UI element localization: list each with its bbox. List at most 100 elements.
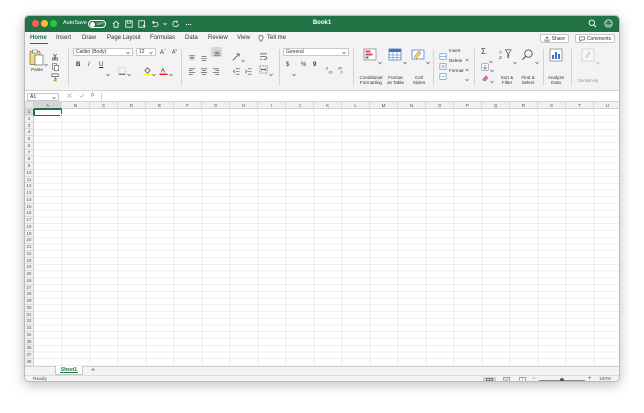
increase-decimal-icon[interactable]: .0.00: [325, 61, 334, 79]
normal-view-icon[interactable]: [483, 376, 496, 381]
row-header-27[interactable]: 27: [25, 284, 34, 292]
row-header-12[interactable]: 12: [25, 183, 34, 190]
zoom-in-icon[interactable]: +: [588, 376, 592, 381]
row-header-13[interactable]: 13: [25, 190, 34, 197]
row-header-9[interactable]: 9: [25, 163, 34, 170]
row-header-26[interactable]: 26: [25, 277, 34, 285]
fill-handle[interactable]: [60, 114, 63, 118]
row-header-6[interactable]: 6: [25, 142, 34, 150]
chevron-down-icon[interactable]: [378, 52, 382, 70]
decrease-font-size-icon[interactable]: Av: [172, 48, 177, 56]
row-header-3[interactable]: 3: [25, 122, 34, 130]
tab-review[interactable]: Review: [208, 35, 228, 41]
tab-formulas[interactable]: Formulas: [150, 35, 175, 41]
column-header-u[interactable]: U: [594, 102, 619, 109]
row-header-23[interactable]: 23: [25, 257, 34, 265]
fill-color-icon[interactable]: [143, 62, 152, 80]
chevron-down-icon[interactable]: [403, 52, 407, 70]
conditional-formatting-icon[interactable]: [363, 48, 377, 66]
font-name-select[interactable]: Calibri (Body): [73, 48, 133, 56]
chevron-down-icon[interactable]: [292, 64, 296, 82]
select-all-corner[interactable]: [25, 102, 34, 109]
row-header-33[interactable]: 33: [25, 325, 34, 332]
clear-icon[interactable]: [481, 69, 489, 87]
column-header-o[interactable]: O: [426, 102, 454, 109]
cancel-icon[interactable]: [67, 93, 72, 100]
increase-font-size-icon[interactable]: A^: [160, 48, 166, 56]
column-header-s[interactable]: S: [538, 102, 566, 109]
decrease-decimal-icon[interactable]: .00.0: [337, 61, 346, 79]
row-header-14[interactable]: 14: [25, 196, 34, 204]
row-header-15[interactable]: 15: [25, 203, 34, 211]
find-select-icon[interactable]: [521, 48, 534, 66]
row-header-19[interactable]: 19: [25, 230, 34, 238]
align-center-icon[interactable]: [200, 62, 208, 80]
column-header-g[interactable]: G: [202, 102, 230, 109]
insert-cells-label[interactable]: Insert: [449, 48, 461, 53]
column-header-f[interactable]: F: [174, 102, 202, 109]
row-header-31[interactable]: 31: [25, 311, 34, 319]
row-header-35[interactable]: 35: [25, 338, 34, 346]
row-header-38[interactable]: 38: [25, 358, 34, 366]
number-format-select[interactable]: General: [283, 48, 349, 56]
row-header-30[interactable]: 30: [25, 304, 34, 312]
row-header-36[interactable]: 36: [25, 345, 34, 352]
column-header-j[interactable]: J: [286, 102, 314, 109]
align-bottom-icon[interactable]: [211, 47, 222, 57]
zoom-out-icon[interactable]: −: [532, 376, 536, 381]
page-layout-view-icon[interactable]: [503, 377, 510, 381]
format-painter-icon[interactable]: [51, 69, 60, 87]
format-cells-icon[interactable]: [439, 67, 447, 85]
sensitivity-icon[interactable]: [581, 48, 595, 67]
analyze-data-icon[interactable]: [549, 48, 563, 67]
column-header-p[interactable]: P: [454, 102, 482, 109]
sort-filter-icon[interactable]: AZ: [499, 48, 512, 66]
row-header-18[interactable]: 18: [25, 223, 34, 231]
chevron-down-icon[interactable]: [465, 69, 469, 87]
find-select-label[interactable]: Find & Select: [519, 75, 537, 85]
column-header-i[interactable]: I: [258, 102, 286, 109]
borders-icon[interactable]: [118, 62, 126, 80]
chevron-down-icon[interactable]: [127, 64, 131, 82]
align-right-icon[interactable]: [212, 62, 220, 80]
sensitivity-label[interactable]: Sensitivity: [573, 78, 603, 83]
cell-styles-label[interactable]: Cell Styles: [408, 75, 430, 85]
merge-center-icon[interactable]: [259, 61, 268, 79]
worksheet-grid[interactable]: A B C D E F G H I J K L M N O P Q R S T U 1 2 3 4 5 6 7 8 9 10 11 12 13 14…: [25, 102, 619, 366]
column-header-k[interactable]: K: [314, 102, 342, 109]
column-header-c[interactable]: C: [90, 102, 118, 109]
chevron-down-icon[interactable]: [269, 64, 273, 82]
selected-cell[interactable]: [34, 109, 62, 117]
tab-page-layout[interactable]: Page Layout: [107, 35, 141, 41]
row-header-32[interactable]: 32: [25, 318, 34, 325]
tab-data[interactable]: Data: [185, 35, 198, 41]
format-as-table-label[interactable]: Format as Table: [383, 75, 408, 85]
search-icon[interactable]: [588, 19, 597, 30]
row-header-28[interactable]: 28: [25, 291, 34, 298]
chevron-down-icon[interactable]: [152, 64, 156, 82]
tab-view[interactable]: View: [237, 35, 250, 41]
column-header-l[interactable]: L: [342, 102, 370, 109]
row-header-2[interactable]: 2: [25, 115, 34, 123]
format-cells-label[interactable]: Format: [449, 68, 464, 73]
add-sheet-icon[interactable]: +: [91, 367, 95, 374]
chevron-down-icon[interactable]: [513, 52, 517, 70]
row-header-17[interactable]: 17: [25, 217, 34, 224]
comma-style-button[interactable]: 9: [313, 62, 316, 68]
column-header-t[interactable]: T: [566, 102, 594, 109]
column-header-e[interactable]: E: [146, 102, 174, 109]
insert-function-button[interactable]: fx: [91, 93, 95, 98]
row-header-1[interactable]: 1: [25, 109, 34, 116]
zoom-slider-thumb[interactable]: [560, 377, 564, 381]
chevron-down-icon[interactable]: [426, 52, 430, 70]
row-header-5[interactable]: 5: [25, 136, 34, 143]
chevron-down-icon[interactable]: [596, 52, 600, 70]
autosum-icon[interactable]: Σ: [481, 47, 486, 56]
row-header-29[interactable]: 29: [25, 298, 34, 305]
row-header-4[interactable]: 4: [25, 129, 34, 136]
row-header-8[interactable]: 8: [25, 156, 34, 163]
increase-indent-icon[interactable]: [244, 62, 253, 80]
column-header-m[interactable]: M: [370, 102, 398, 109]
tab-home[interactable]: Home: [30, 35, 47, 41]
tab-insert[interactable]: Insert: [56, 35, 71, 41]
